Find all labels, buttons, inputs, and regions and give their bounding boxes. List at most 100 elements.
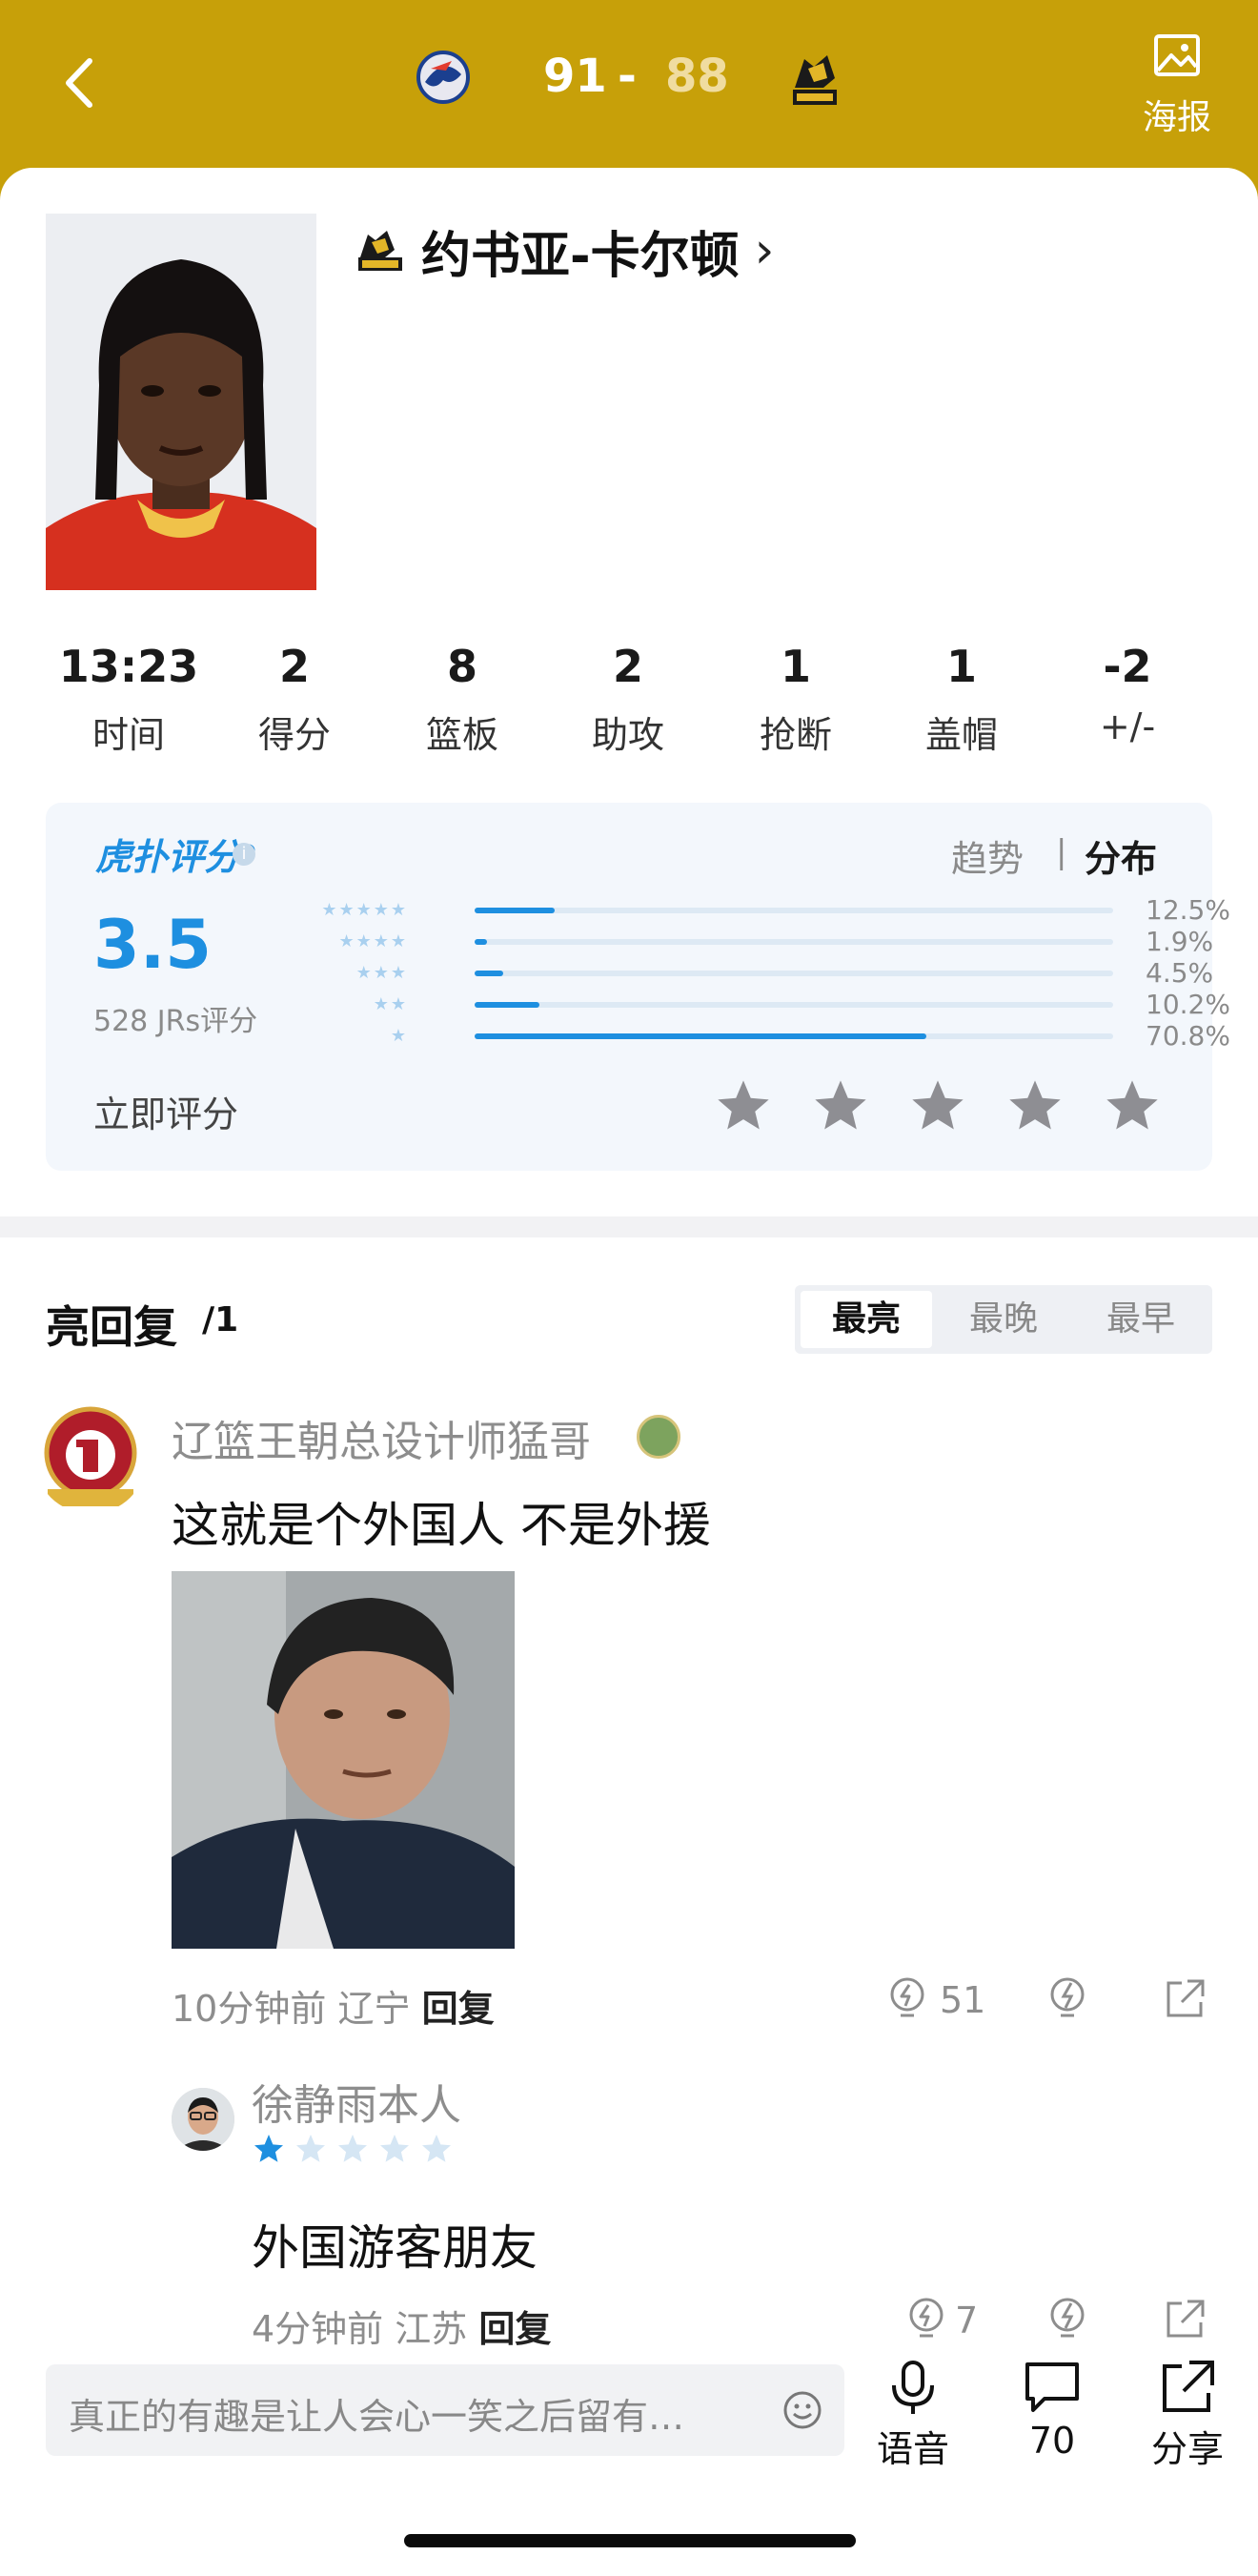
rating-row-1: ★ 70.8%: [294, 1022, 1230, 1051]
rate-star-4-icon[interactable]: [1004, 1075, 1065, 1136]
sort-tabs: 最亮 最晚 最早: [795, 1285, 1212, 1354]
stat-blocks: 1 盖帽: [881, 641, 1043, 758]
subreply-location: 江苏: [395, 2308, 468, 2350]
star-empty-icon: [380, 2135, 409, 2162]
tab-latest[interactable]: 最晚: [938, 1291, 1069, 1348]
voice-button[interactable]: 语音: [856, 2357, 970, 2472]
subreply-meta: 4分钟前 江苏 回复: [252, 2300, 551, 2352]
avatar[interactable]: [34, 1401, 147, 1514]
rate-star-5-icon[interactable]: [1102, 1075, 1163, 1136]
star-row-icon: ★: [390, 1026, 408, 1046]
comment-count: 70: [1028, 2420, 1076, 2462]
comment-text: 这就是个外国人 不是外援: [172, 1498, 711, 1553]
poster-button[interactable]: 海报: [1125, 29, 1229, 143]
image-icon: [1154, 34, 1200, 76]
rating-score: 3.5: [93, 906, 213, 984]
comment-time: 10分钟前: [172, 1988, 327, 2030]
player-name-link[interactable]: 约书亚-卡尔顿 ›: [355, 217, 774, 285]
subreply-text: 外国游客朋友: [252, 2220, 538, 2276]
stat-rebounds: 8 篮板: [381, 641, 543, 758]
rate-now-label: 立即评分: [93, 1094, 239, 1135]
back-arrow-icon[interactable]: [48, 50, 114, 116]
share-icon: [1163, 2361, 1214, 2412]
player-photo: [46, 214, 316, 590]
replies-count: /1: [202, 1300, 239, 1339]
star-row-icon: ★★: [373, 994, 408, 1014]
team-logo-icon: [358, 231, 402, 271]
star-filled-icon: [254, 2135, 283, 2162]
score-separator: -: [618, 50, 637, 103]
stat-value: 2: [612, 641, 643, 692]
rating-row-3: ★★★ 4.5%: [294, 959, 1214, 988]
rating-row-4: ★★★★ 1.9%: [294, 928, 1213, 956]
stat-assists: 2 助攻: [547, 641, 709, 758]
comment-location: 辽宁: [337, 1988, 411, 2030]
comment-input[interactable]: 真正的有趣是让人会心一笑之后留有…: [46, 2364, 844, 2456]
away-score: 88: [665, 50, 729, 103]
comment-image[interactable]: [172, 1571, 515, 1949]
rating-percent: 70.8%: [1146, 1020, 1230, 1052]
rate-star-2-icon[interactable]: [810, 1075, 871, 1136]
replies-title: 亮回复: [46, 1301, 177, 1353]
share-external-icon[interactable]: [1161, 2294, 1210, 2343]
bar-fill: [475, 1033, 927, 1039]
like-count: 7: [955, 2300, 979, 2341]
reply-button[interactable]: 回复: [422, 1988, 495, 2030]
lightbulb-like-icon[interactable]: [883, 1973, 932, 2023]
rating-percent: 1.9%: [1146, 926, 1214, 957]
voice-label: 语音: [876, 2428, 949, 2470]
comment-username[interactable]: 辽篮王朝总设计师猛哥: [172, 1407, 591, 1468]
home-team-logo-icon: [416, 51, 470, 104]
rate-star-1-icon[interactable]: [713, 1075, 774, 1136]
bar-fill: [475, 971, 504, 976]
rating-percent: 4.5%: [1146, 957, 1214, 989]
star-empty-icon: [296, 2135, 325, 2162]
tab-trend[interactable]: 趋势: [951, 829, 1024, 882]
lightbulb-dislike-icon[interactable]: [1043, 2294, 1092, 2343]
star-row-icon: ★★★★★: [321, 900, 408, 920]
bar-track: [475, 908, 1113, 913]
lightbulb-dislike-icon[interactable]: [1043, 1973, 1092, 2023]
stat-label: 抢断: [759, 714, 832, 756]
comments-button[interactable]: 70: [995, 2357, 1109, 2462]
stat-label: 得分: [257, 714, 331, 756]
stat-plus-minus: -2 +/-: [1046, 641, 1208, 747]
star-empty-icon: [422, 2135, 451, 2162]
tab-separator: |: [1056, 833, 1067, 871]
emoji-icon[interactable]: [781, 2389, 823, 2431]
avatar[interactable]: [172, 2088, 234, 2151]
lightbulb-like-icon[interactable]: [902, 2294, 951, 2343]
section-divider: [0, 1216, 1258, 1237]
share-label: 分享: [1150, 2428, 1224, 2470]
bar-track: [475, 939, 1113, 945]
share-external-icon[interactable]: [1161, 1973, 1210, 2023]
tab-distribution[interactable]: 分布: [1085, 829, 1157, 882]
poster-label: 海报: [1142, 98, 1211, 137]
star-empty-icon: [338, 2135, 367, 2162]
tab-earliest[interactable]: 最早: [1075, 1291, 1207, 1348]
comment-bubble-icon: [1025, 2362, 1079, 2412]
user-star-rating-icon: [254, 2135, 451, 2162]
stat-value: 1: [780, 641, 811, 692]
reply-button[interactable]: 回复: [478, 2308, 551, 2350]
stat-label: 篮板: [425, 714, 498, 756]
player-name: 约书亚-卡尔顿: [421, 227, 740, 285]
stat-label: 助攻: [591, 714, 664, 756]
rating-percent: 10.2%: [1146, 989, 1230, 1020]
tab-brightest[interactable]: 最亮: [801, 1291, 932, 1348]
stat-label: 时间: [91, 714, 165, 756]
stat-value: 2: [278, 641, 310, 692]
microphone-icon: [892, 2361, 934, 2414]
rate-star-3-icon[interactable]: [907, 1075, 968, 1136]
home-score: 91: [543, 50, 607, 103]
rating-row-2: ★★ 10.2%: [294, 991, 1230, 1019]
stat-label: +/-: [1099, 705, 1156, 747]
stat-minutes: 13:23 时间: [48, 641, 210, 758]
share-button[interactable]: 分享: [1130, 2357, 1245, 2472]
player-card: 约书亚-卡尔顿 › 13:23 时间 2 得分 8 篮板 2 助攻 1 抢断 1…: [0, 168, 1258, 1216]
subreply-username[interactable]: 徐静雨本人: [252, 2071, 461, 2132]
bar-fill: [475, 1002, 540, 1008]
rating-panel: 虎扑评分® i 趋势 | 分布 3.5 528 JRs评分 ★★★★★ 12.5…: [46, 803, 1230, 1171]
star-row-icon: ★★★★: [338, 931, 408, 951]
info-icon[interactable]: i: [233, 843, 255, 866]
